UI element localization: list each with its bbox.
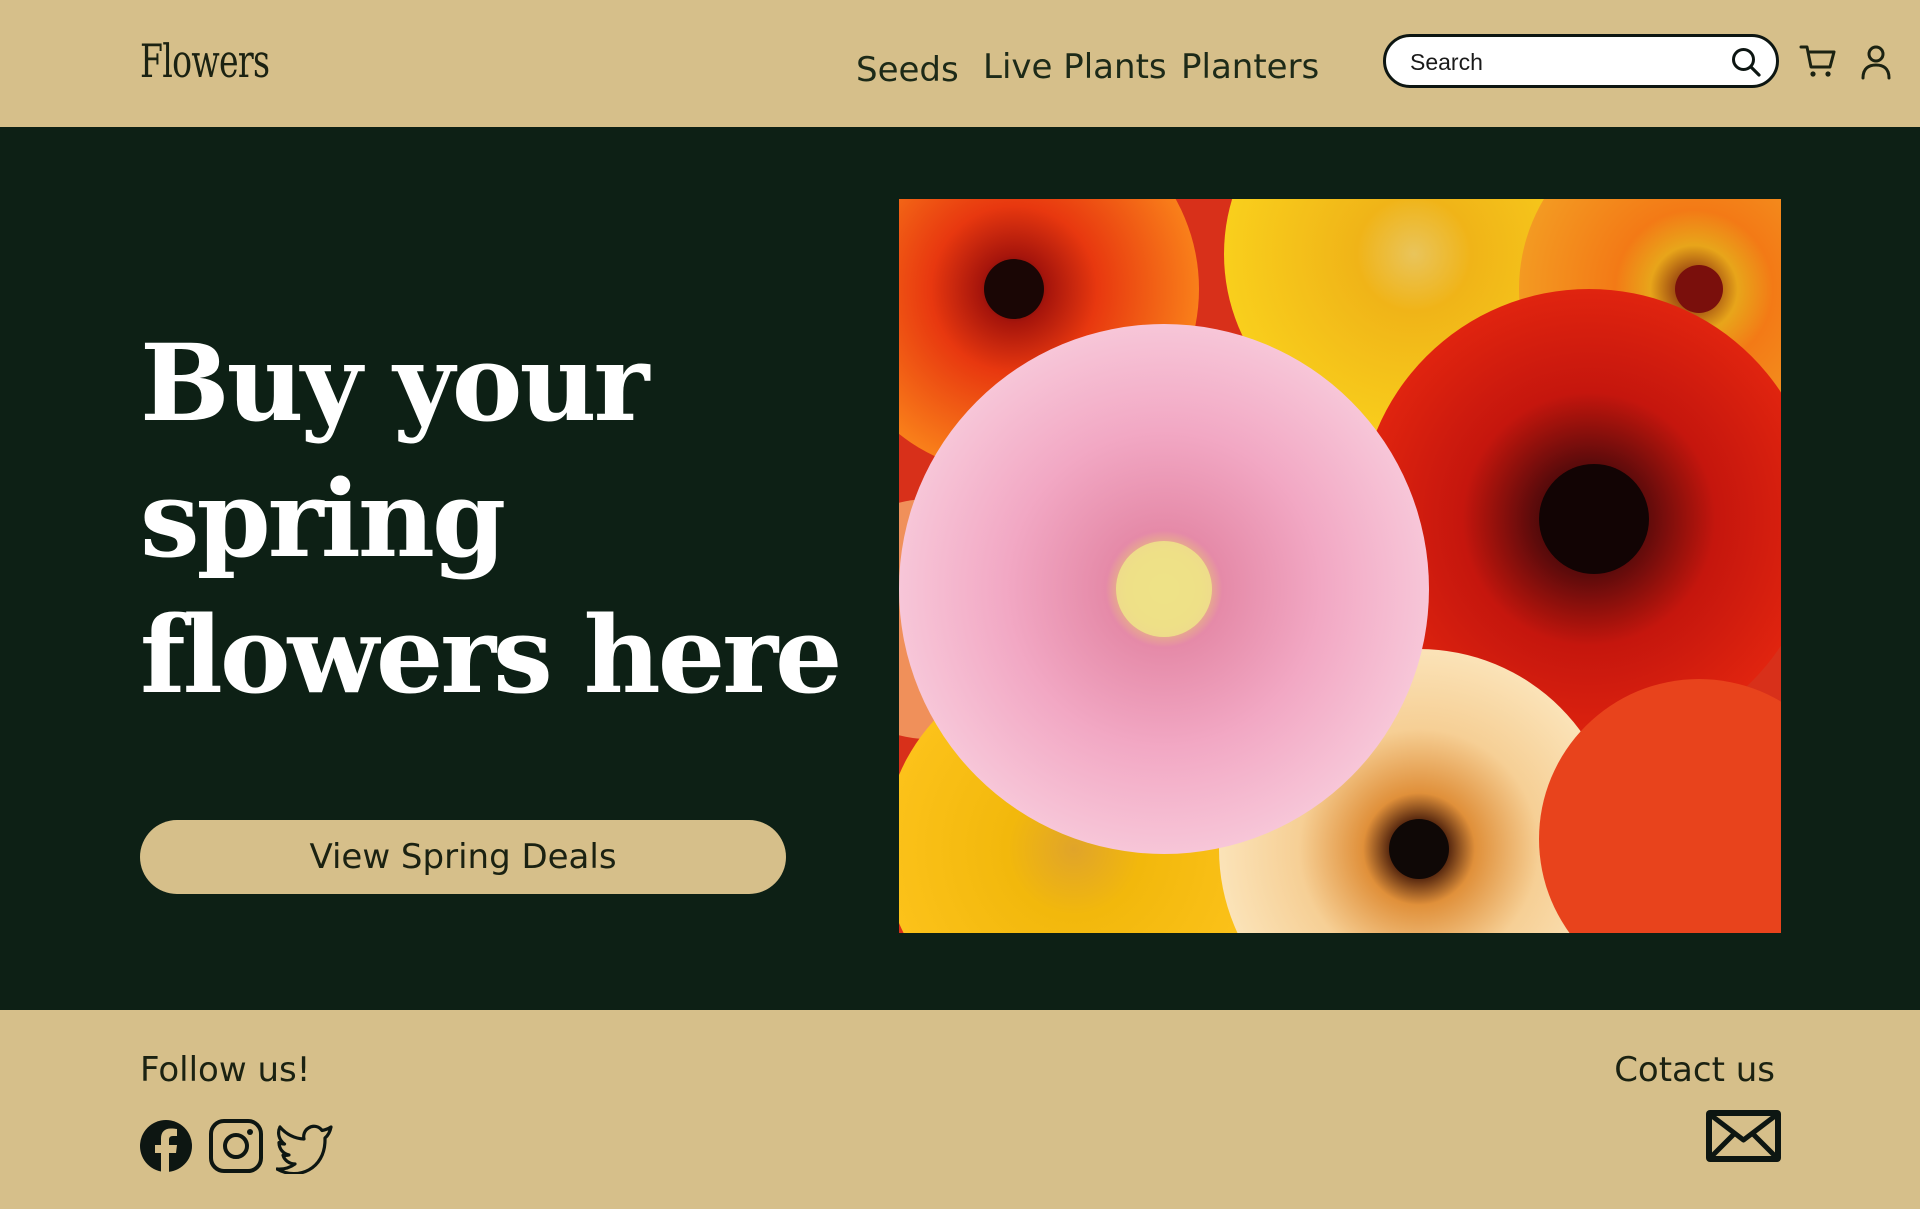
nav-seeds[interactable]: Seeds <box>856 50 959 90</box>
hero-section: Buy your spring flowers here View Spring… <box>0 127 1920 1010</box>
site-header: Flowers Seeds Live Plants Planters <box>0 0 1920 127</box>
search-box[interactable] <box>1383 34 1779 88</box>
mail-icon[interactable] <box>1706 1110 1781 1162</box>
user-icon[interactable] <box>1860 44 1892 80</box>
contact-us-label: Cotact us <box>1614 1050 1775 1090</box>
search-icon[interactable] <box>1730 46 1762 78</box>
hero-title-line-3: flowers here <box>140 592 842 717</box>
follow-us-label: Follow us! <box>140 1050 311 1090</box>
hero-title: Buy your spring flowers here <box>140 315 842 723</box>
cart-icon[interactable] <box>1799 42 1837 80</box>
hero-title-line-2: spring <box>140 456 506 581</box>
hero-title-line-1: Buy your <box>140 320 649 445</box>
twitter-icon[interactable] <box>276 1118 334 1174</box>
nav-live-plants[interactable]: Live Plants <box>983 47 1167 87</box>
search-input[interactable] <box>1410 47 1710 77</box>
hero-flower-image <box>899 199 1781 933</box>
nav-planters[interactable]: Planters <box>1181 47 1319 87</box>
instagram-icon[interactable] <box>208 1118 264 1174</box>
site-footer: Follow us! Cotact us <box>0 1010 1920 1209</box>
gerbera-daisies-photo <box>899 199 1781 933</box>
logo[interactable]: Flowers <box>140 34 270 88</box>
view-spring-deals-button[interactable]: View Spring Deals <box>140 820 786 894</box>
facebook-icon[interactable] <box>138 1118 194 1174</box>
